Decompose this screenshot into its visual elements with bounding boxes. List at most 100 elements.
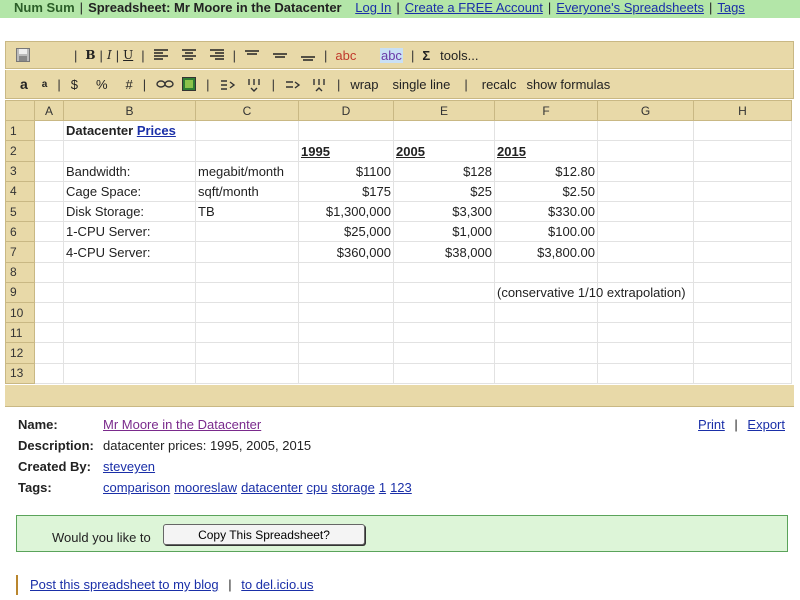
row-header[interactable]: 11: [5, 322, 35, 344]
cell-f12[interactable]: [494, 342, 598, 364]
cell-b5[interactable]: Disk Storage:: [63, 201, 196, 223]
cell-f6[interactable]: $100.00: [494, 221, 598, 243]
show-formulas-button[interactable]: show formulas: [526, 77, 610, 92]
cell-g1[interactable]: [597, 120, 694, 142]
font-smaller-button[interactable]: a: [42, 79, 48, 90]
row-header[interactable]: 5: [5, 201, 35, 223]
cell-b9[interactable]: [63, 281, 196, 304]
cell-c3[interactable]: megabit/month: [195, 160, 299, 182]
cell-c7[interactable]: [195, 241, 299, 263]
row-header[interactable]: 8: [5, 261, 35, 283]
cell-d1[interactable]: [298, 120, 394, 142]
cell-b4[interactable]: Cage Space:: [63, 180, 196, 203]
cell-g7[interactable]: [597, 241, 694, 263]
delete-row-icon[interactable]: [285, 78, 301, 90]
cell-f10[interactable]: [494, 302, 598, 324]
cell-e5[interactable]: $3,300: [393, 201, 495, 223]
currency-format-button[interactable]: $: [71, 77, 78, 92]
column-header-g[interactable]: G: [597, 99, 694, 122]
cell-e7[interactable]: $38,000: [393, 241, 495, 263]
cell-h13[interactable]: [693, 362, 792, 385]
cell-h4[interactable]: [693, 180, 792, 203]
cell-d10[interactable]: [298, 302, 394, 324]
cell-d8[interactable]: [298, 261, 394, 283]
align-left-icon[interactable]: [153, 49, 169, 61]
cell-e4[interactable]: $25: [393, 180, 495, 203]
cell-b12[interactable]: [63, 342, 196, 364]
cell-h9[interactable]: [693, 281, 792, 304]
cell-h3[interactable]: [693, 160, 792, 182]
cell-e1[interactable]: [393, 120, 495, 142]
cell-g11[interactable]: [597, 322, 694, 344]
cell-e11[interactable]: [393, 322, 495, 344]
column-header-b[interactable]: B: [63, 99, 196, 122]
cell-a6[interactable]: [34, 221, 64, 243]
cell-g6[interactable]: [597, 221, 694, 243]
creator-link[interactable]: steveyen: [103, 459, 155, 474]
print-link[interactable]: Print: [698, 417, 725, 432]
cell-c4[interactable]: sqft/month: [195, 180, 299, 203]
cell-c6[interactable]: [195, 221, 299, 243]
background-color-button[interactable]: abc: [379, 47, 403, 63]
link-icon[interactable]: [156, 78, 174, 90]
cell-a11[interactable]: [34, 322, 64, 344]
cell-g2[interactable]: [597, 140, 694, 162]
tag-link[interactable]: storage: [331, 480, 374, 495]
row-header[interactable]: 12: [5, 342, 35, 364]
cell-d13[interactable]: [298, 362, 394, 385]
valign-middle-icon[interactable]: [272, 49, 288, 61]
text-color-button[interactable]: abc: [335, 48, 356, 63]
cell-f7[interactable]: $3,800.00: [494, 241, 598, 263]
row-header[interactable]: 13: [5, 362, 35, 385]
cell-e2[interactable]: 2005: [393, 140, 495, 162]
cell-a13[interactable]: [34, 362, 64, 385]
cell-e10[interactable]: [393, 302, 495, 324]
tag-link[interactable]: mooreslaw: [174, 480, 237, 495]
cell-e13[interactable]: [393, 362, 495, 385]
number-format-button[interactable]: #: [126, 77, 133, 92]
create-account-link[interactable]: Create a FREE Account: [405, 0, 543, 15]
sum-button[interactable]: Σ: [422, 48, 430, 63]
tags-link[interactable]: Tags: [717, 0, 744, 15]
cell-h10[interactable]: [693, 302, 792, 324]
font-larger-button[interactable]: a: [20, 76, 28, 92]
cell-h8[interactable]: [693, 261, 792, 283]
row-header[interactable]: 4: [5, 180, 35, 203]
tag-link[interactable]: 1: [379, 480, 386, 495]
cell-h12[interactable]: [693, 342, 792, 364]
row-header[interactable]: 6: [5, 221, 35, 243]
cell-d12[interactable]: [298, 342, 394, 364]
cell-g4[interactable]: [597, 180, 694, 203]
spreadsheet-grid[interactable]: A B C D E F G H 1 Datacenter Prices 2 1995 2005 2015 3…: [5, 99, 792, 385]
cell-c11[interactable]: [195, 322, 299, 344]
cell-a9[interactable]: [34, 281, 64, 304]
cell-e9[interactable]: [393, 281, 495, 304]
post-to-blog-link[interactable]: Post this spreadsheet to my blog: [30, 577, 219, 592]
cell-e12[interactable]: [393, 342, 495, 364]
column-header-d[interactable]: D: [298, 99, 394, 122]
save-icon[interactable]: [16, 48, 30, 62]
cell-a2[interactable]: [34, 140, 64, 162]
brand-name[interactable]: Num Sum: [14, 0, 75, 15]
cell-d3[interactable]: $1100: [298, 160, 394, 182]
cell-b3[interactable]: Bandwidth:: [63, 160, 196, 182]
cell-f8[interactable]: [494, 261, 598, 283]
cell-f4[interactable]: $2.50: [494, 180, 598, 203]
bold-button[interactable]: B: [85, 48, 95, 62]
row-header[interactable]: 9: [5, 281, 35, 304]
cell-a4[interactable]: [34, 180, 64, 203]
cell-a12[interactable]: [34, 342, 64, 364]
cell-g5[interactable]: [597, 201, 694, 223]
cell-e8[interactable]: [393, 261, 495, 283]
image-icon[interactable]: [182, 77, 197, 91]
delete-column-icon[interactable]: [311, 78, 327, 92]
cell-c9[interactable]: [195, 281, 299, 304]
valign-bottom-icon[interactable]: [300, 49, 316, 61]
delicious-link[interactable]: to del.icio.us: [241, 577, 313, 592]
cell-a3[interactable]: [34, 160, 64, 182]
cell-d7[interactable]: $360,000: [298, 241, 394, 263]
cell-c2[interactable]: [195, 140, 299, 162]
cell-c13[interactable]: [195, 362, 299, 385]
cell-d6[interactable]: $25,000: [298, 221, 394, 243]
tag-link[interactable]: 123: [390, 480, 412, 495]
